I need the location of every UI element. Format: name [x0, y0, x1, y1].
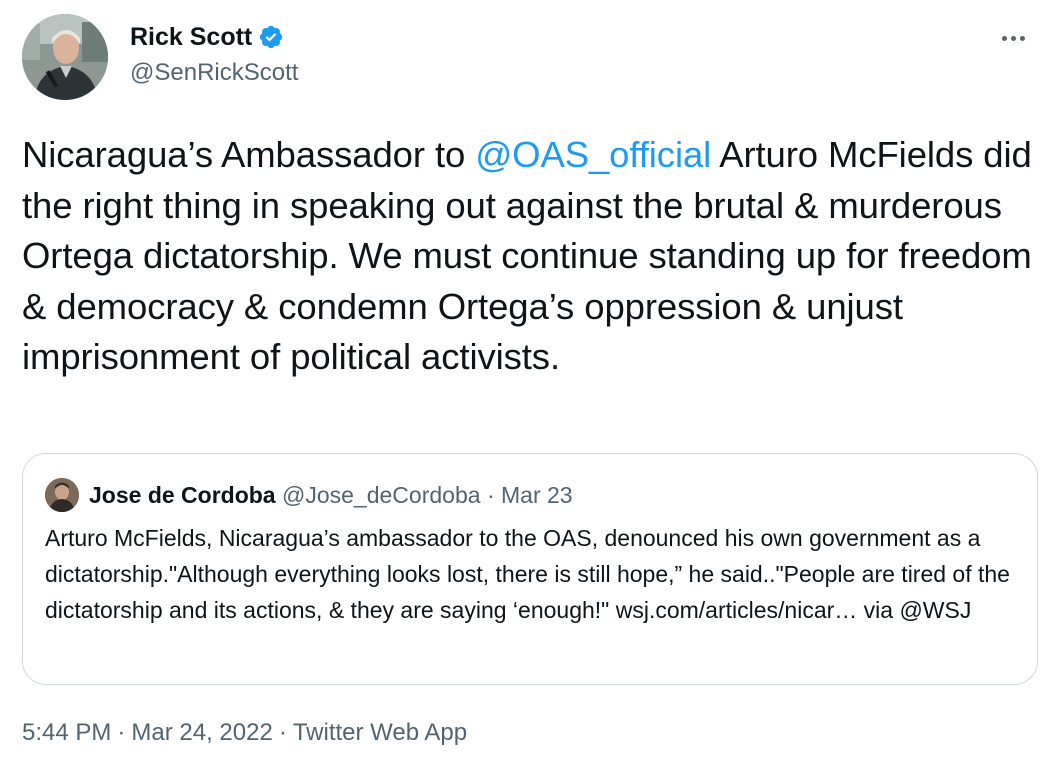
footer-separator: · [278, 719, 287, 746]
quoted-separator: · [486, 482, 495, 508]
tweet-footer: 5:44 PM · Mar 24, 2022 · Twitter Web App [22, 716, 467, 750]
quoted-tweet-text: Arturo McFields, Nicaragua’s ambassador … [45, 525, 1010, 623]
verified-badge-icon [258, 24, 284, 50]
tweet-source-link[interactable]: Twitter Web App [293, 719, 467, 746]
quoted-tweet-header: Jose de Cordoba @Jose_deCordoba · Mar 23 [89, 480, 573, 510]
more-horizontal-icon [1001, 35, 1007, 41]
mention-link[interactable]: @OAS_official [475, 134, 711, 175]
quoted-author-name: Jose de Cordoba [89, 482, 276, 508]
author-name-row: Rick Scott [130, 22, 284, 52]
quoted-tweet-date: Mar 23 [501, 482, 573, 508]
author-display-name[interactable]: Rick Scott [130, 22, 252, 52]
tweet-date[interactable]: Mar 24, 2022 [131, 719, 272, 746]
tweet-text: Nicaragua’s Ambassador to @OAS_official … [22, 130, 1032, 383]
quoted-profile-photo-icon [45, 478, 79, 512]
quoted-author-handle: @Jose_deCordoba [282, 482, 481, 508]
profile-photo-icon [22, 14, 108, 100]
author-avatar[interactable] [22, 14, 108, 100]
tweet-text-part1: Nicaragua’s Ambassador to [22, 134, 476, 175]
more-options-button[interactable] [993, 20, 1033, 56]
tweet-card: Rick Scott @SenRickScott Nicaragua’s Amb… [0, 0, 1045, 780]
tweet-time[interactable]: 5:44 PM [22, 719, 111, 746]
quoted-tweet[interactable]: Jose de Cordoba @Jose_deCordoba · Mar 23… [22, 453, 1038, 685]
author-handle[interactable]: @SenRickScott [130, 58, 298, 88]
quoted-author-avatar[interactable] [45, 478, 79, 512]
footer-separator: · [117, 719, 126, 746]
